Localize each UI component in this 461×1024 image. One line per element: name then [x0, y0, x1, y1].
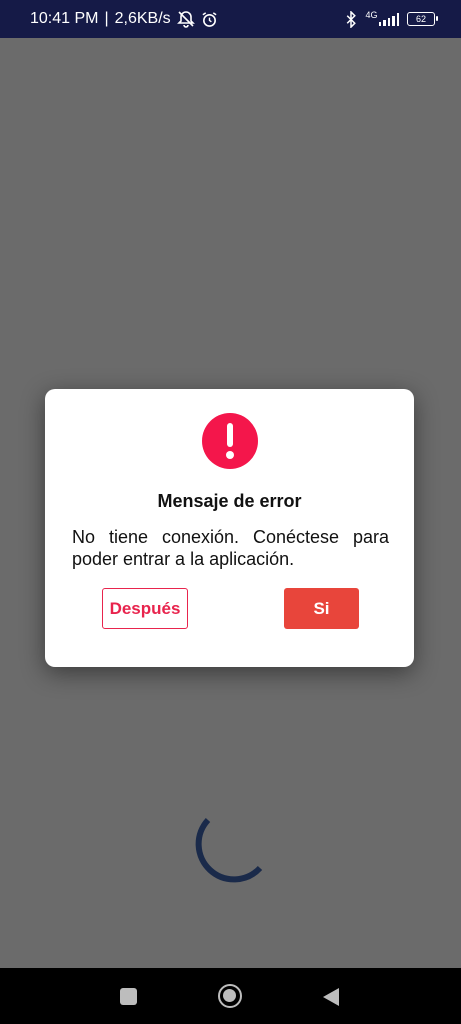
bluetooth-icon — [345, 10, 357, 28]
back-triangle-icon[interactable] — [322, 987, 340, 1007]
home-circle-icon[interactable] — [218, 984, 242, 1008]
status-bar-left: 10:41 PM | 2,6KB/s — [30, 10, 218, 28]
error-dialog: Mensaje de error No tiene conexión. Coné… — [45, 389, 414, 667]
dialog-message: No tiene conexión. Conéctese para poder … — [72, 527, 389, 569]
signal-bars-icon — [378, 12, 399, 26]
dialog-title: Mensaje de error — [157, 491, 302, 511]
later-button[interactable]: Después — [102, 588, 188, 629]
loading-spinner-icon — [195, 817, 263, 883]
status-bar-right: 4G 62 — [345, 9, 438, 28]
separator: | — [104, 10, 109, 27]
bell-off-icon — [176, 10, 195, 28]
signal-indicator: 4G — [365, 9, 399, 26]
clock: 10:41 PM — [30, 10, 99, 27]
navigation-bar — [0, 968, 461, 1024]
network-type: 4G — [365, 9, 378, 20]
status-bar: 10:41 PM | 2,6KB/s 4G 62 — [0, 0, 461, 38]
yes-button[interactable]: Si — [284, 588, 359, 629]
error-exclamation-icon — [202, 413, 258, 469]
battery-icon: 62 — [407, 12, 438, 26]
alarm-icon — [201, 11, 218, 28]
recent-apps-square-icon[interactable] — [120, 988, 137, 1005]
battery-level: 62 — [415, 14, 426, 24]
network-speed: 2,6KB/s — [114, 10, 171, 27]
